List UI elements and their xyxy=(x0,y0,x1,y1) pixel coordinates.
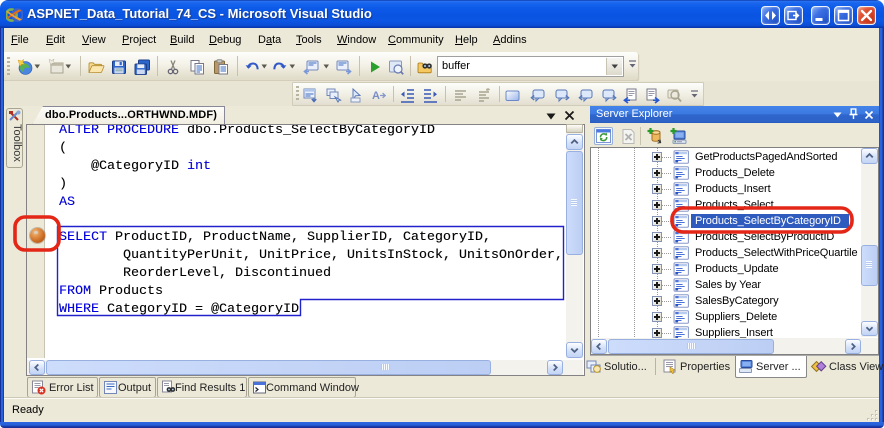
svg-text:A: A xyxy=(372,90,380,102)
